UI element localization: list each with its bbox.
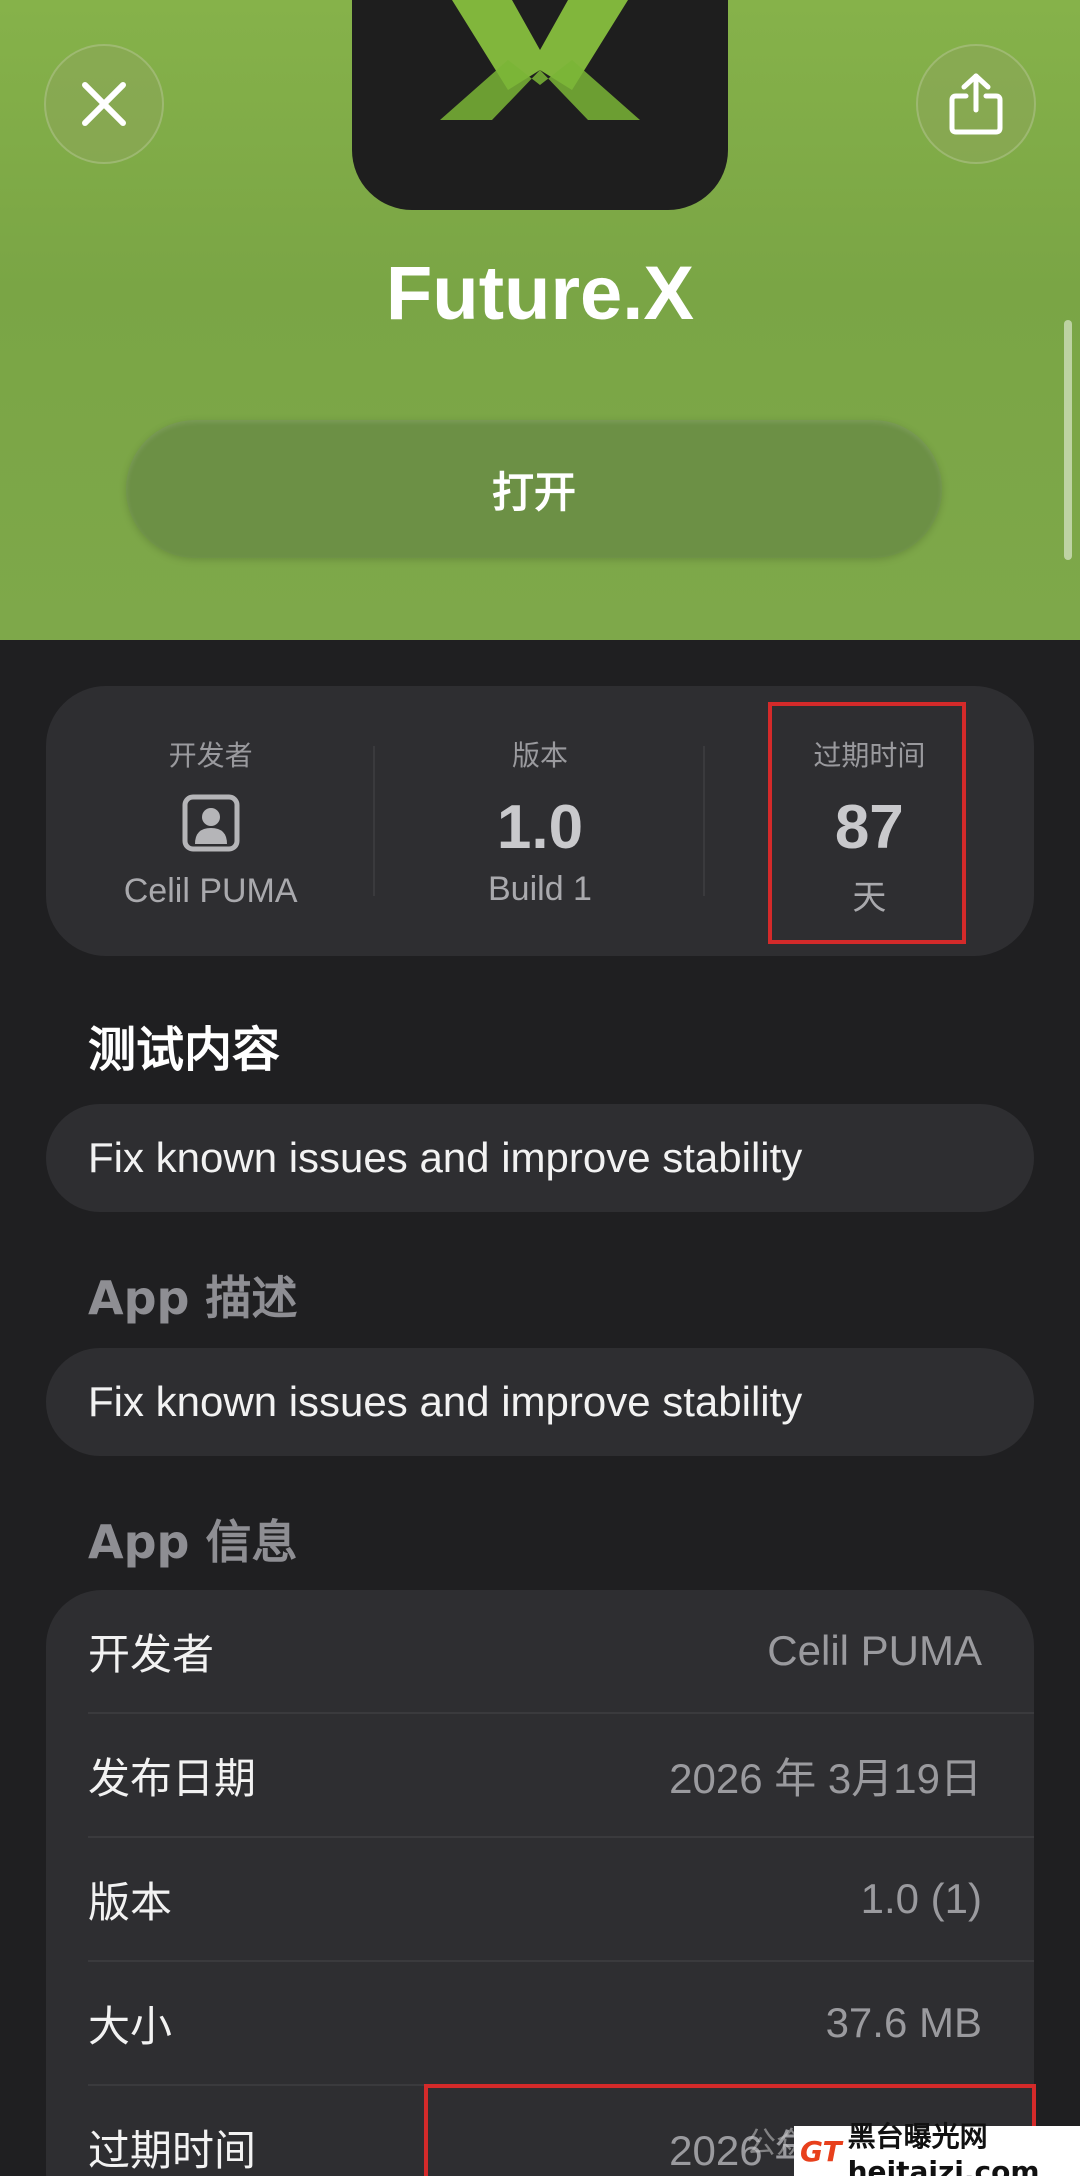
info-row-value: Celil PUMA: [767, 1627, 982, 1674]
description-title: App 描述: [88, 1271, 298, 1325]
share-button[interactable]: [916, 44, 1036, 164]
developer-caption: 开发者: [168, 739, 253, 772]
site-badge: GT 黑台曝光网 heitaizi.com: [794, 2120, 1080, 2176]
close-button[interactable]: [44, 44, 164, 164]
app-title: Future.X: [385, 251, 695, 336]
app-icon: [352, 0, 728, 210]
version-caption: 版本: [511, 739, 568, 772]
info-row-version: 版本 1.0 (1): [46, 1838, 1034, 1960]
app-header: Future.X 打开: [0, 0, 1080, 640]
test-content-title: 测试内容: [88, 1022, 281, 1078]
close-icon: [82, 82, 126, 126]
info-row-size: 大小 37.6 MB: [46, 1962, 1034, 2084]
info-row-developer: 开发者 Celil PUMA: [46, 1590, 1034, 1712]
info-row-label: 大小: [88, 2001, 173, 2051]
app-info-title: App 信息: [88, 1515, 298, 1569]
description-text: Fix known issues and improve stability: [46, 1348, 1034, 1456]
info-row-value: 37.6 MB: [825, 1999, 982, 2046]
badge-text: 黑台曝光网 heitaizi.com: [847, 2119, 1040, 2176]
scroll-indicator[interactable]: [1064, 320, 1072, 560]
info-row-release-date: 发布日期 2026 年 3月19日: [46, 1714, 1034, 1836]
info-row-value: 2026 年 3月19日: [669, 1754, 982, 1802]
highlight-box: [768, 702, 966, 944]
version-number: 1.0: [496, 793, 584, 862]
info-row-label: 版本: [88, 1877, 173, 1927]
info-row-value: 1.0 (1): [860, 1875, 982, 1922]
version-column: 版本 1.0 Build 1: [375, 686, 705, 956]
version-build: Build 1: [488, 870, 592, 908]
app-logo: [440, 0, 640, 120]
open-button[interactable]: 打开: [126, 420, 942, 558]
badge-mark: GT: [800, 2134, 842, 2168]
developer-name: Celil PUMA: [123, 872, 298, 910]
info-row-label: 开发者: [88, 1629, 215, 1679]
info-row-label: 发布日期: [88, 1753, 257, 1803]
info-row-label: 过期时间: [88, 2125, 257, 2175]
test-content-text: Fix known issues and improve stability: [46, 1104, 1034, 1212]
developer-column: 开发者 Celil PUMA: [46, 686, 376, 956]
person-icon: [182, 794, 240, 852]
share-icon: [949, 73, 1003, 135]
